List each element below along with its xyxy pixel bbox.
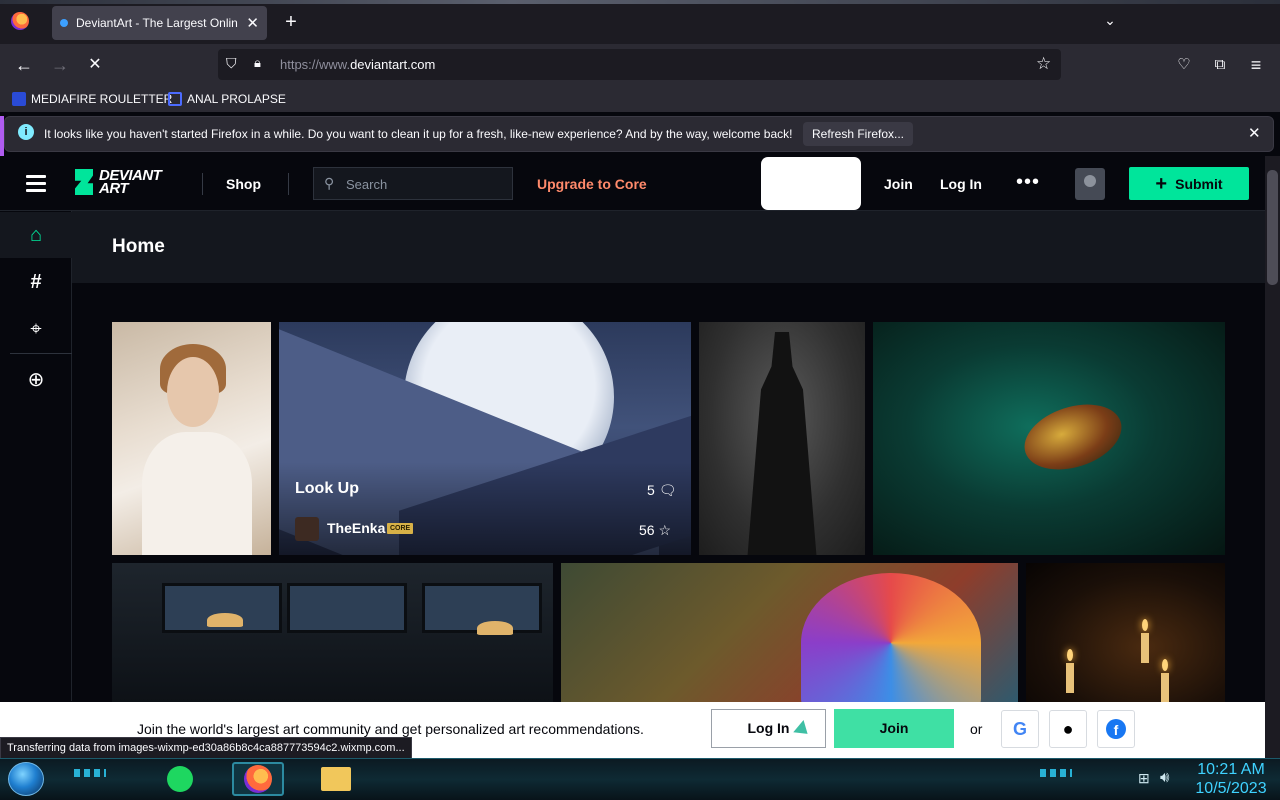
artwork-thumbnail[interactable] xyxy=(112,563,553,703)
sidebar-divider xyxy=(10,353,72,354)
favourite-count[interactable]: 56 ☆ xyxy=(639,522,671,539)
artwork-thumbnail[interactable] xyxy=(1026,563,1225,703)
header-divider xyxy=(202,173,203,195)
upgrade-to-core-link[interactable]: Upgrade to Core xyxy=(537,176,647,192)
clock-time: 10:21 AM xyxy=(1197,761,1265,778)
network-icon[interactable]: ⊞ xyxy=(1138,770,1150,787)
comment-count-value: 5 xyxy=(647,482,655,498)
url-text[interactable]: https://www.deviantart.com xyxy=(280,57,435,72)
deviantart-mark-icon xyxy=(75,169,93,195)
back-icon[interactable]: ← xyxy=(11,52,37,78)
hashtag-icon[interactable]: # xyxy=(0,271,72,294)
artwork-thumbnail[interactable] xyxy=(561,563,1018,703)
volume-icon[interactable]: 🔊︎ xyxy=(1160,769,1169,786)
shop-link[interactable]: Shop xyxy=(226,176,261,192)
firefox-icon xyxy=(238,763,278,795)
artwork-thumbnail[interactable] xyxy=(112,322,271,555)
logo-wordmark: DEVIANT ART xyxy=(99,168,162,196)
scrollbar-thumb[interactable] xyxy=(1267,170,1278,285)
start-button[interactable] xyxy=(8,762,44,796)
info-icon: i xyxy=(18,124,34,140)
plus-circle-icon[interactable]: ⊕ xyxy=(0,367,72,392)
firefox-menu-icon[interactable] xyxy=(11,12,29,30)
tabbar-decoration xyxy=(0,0,1280,4)
system-clock[interactable]: 10:21 AM 10/5/2023 xyxy=(1186,760,1276,798)
join-link[interactable]: Join xyxy=(884,176,913,192)
search-placeholder: Search xyxy=(346,177,388,192)
extensions-icon[interactable]: ⧉ xyxy=(1207,52,1233,78)
deviantart-logo[interactable]: DEVIANT ART xyxy=(75,168,162,196)
page-title: Home xyxy=(112,236,165,257)
search-input[interactable] xyxy=(313,167,513,200)
artwork-title[interactable]: Look Up xyxy=(295,480,359,498)
file-explorer-icon[interactable] xyxy=(316,763,356,795)
more-menu-icon[interactable]: ••• xyxy=(1016,171,1040,194)
google-icon[interactable]: G xyxy=(1001,710,1039,748)
bookmark-favicon-icon xyxy=(168,92,182,106)
or-label: or xyxy=(970,721,983,737)
app-menu-icon[interactable]: ≡ xyxy=(1243,52,1269,78)
url-prefix: https://www. xyxy=(280,57,351,72)
taskbar-decoration xyxy=(74,769,106,777)
search-icon: ⚲ xyxy=(324,175,335,191)
shield-icon[interactable]: ⛉ xyxy=(226,55,242,73)
bookmark-label: MEDIAFIRE ROULETTER xyxy=(31,92,173,106)
close-notice-icon[interactable]: ✕ xyxy=(1248,124,1261,142)
close-tab-icon[interactable]: ✕ xyxy=(246,14,259,32)
url-host: deviantart.com xyxy=(350,57,436,72)
list-all-tabs-icon[interactable]: ⌄ xyxy=(1100,12,1120,32)
taskbar-decoration xyxy=(1040,769,1072,777)
pocket-icon[interactable]: ♡ xyxy=(1171,52,1197,78)
page-title-bar xyxy=(72,211,1265,283)
telescope-icon[interactable]: ⌖ xyxy=(0,318,72,341)
author-name[interactable]: TheEnka xyxy=(327,520,385,536)
browser-tab[interactable]: DeviantArt - The Largest Online ✕ xyxy=(52,6,267,40)
bookmark-item[interactable]: ANAL PROLAPSE xyxy=(168,90,286,108)
core-badge: CORE xyxy=(387,523,414,534)
author-avatar[interactable] xyxy=(295,517,319,541)
facebook-icon[interactable]: f xyxy=(1097,710,1135,748)
new-tab-button[interactable]: + xyxy=(280,10,302,34)
submit-label: Submit xyxy=(1175,175,1223,192)
comment-icon: 🗨︎ xyxy=(658,482,677,498)
hamburger-menu-icon[interactable] xyxy=(26,175,46,192)
login-link[interactable]: Log In xyxy=(940,176,982,192)
apple-icon[interactable]: ● xyxy=(1049,710,1087,748)
status-panel: Transferring data from images-wixmp-ed30… xyxy=(0,737,412,759)
tab-title: DeviantArt - The Largest Online xyxy=(76,16,239,30)
banner-join-button[interactable]: Join xyxy=(834,709,954,748)
notice-text: It looks like you haven't started Firefo… xyxy=(44,127,793,141)
star-icon: ☆ xyxy=(658,522,672,538)
bookmark-label: ANAL PROLAPSE xyxy=(187,92,286,106)
loading-dot-icon xyxy=(60,19,68,27)
favourite-count-value: 56 xyxy=(639,522,655,538)
mediafire-icon xyxy=(12,92,26,106)
join-banner-text: Join the world's largest art community a… xyxy=(137,721,644,737)
lock-icon[interactable]: 🔒︎ xyxy=(254,55,270,73)
stop-loading-icon[interactable]: ✕ xyxy=(82,52,108,78)
bookmark-item[interactable]: MEDIAFIRE ROULETTER xyxy=(12,90,172,108)
artwork-thumbnail[interactable] xyxy=(873,322,1225,555)
user-avatar-icon[interactable] xyxy=(1075,168,1105,200)
home-icon[interactable]: ⌂ xyxy=(0,224,72,247)
comment-count[interactable]: 5 🗨︎ xyxy=(647,482,676,499)
refresh-firefox-button[interactable]: Refresh Firefox... xyxy=(803,122,913,146)
artwork-thumbnail[interactable] xyxy=(699,322,865,555)
plus-icon: + xyxy=(1155,172,1168,195)
blank-overlay-box xyxy=(761,157,861,210)
clock-date: 10/5/2023 xyxy=(1195,780,1267,797)
submit-button[interactable]: + Submit xyxy=(1129,167,1249,200)
taskbar-notes-icon[interactable] xyxy=(160,763,200,795)
bookmark-star-icon[interactable]: ☆ xyxy=(1036,54,1051,74)
forward-icon[interactable]: → xyxy=(47,52,73,78)
header-divider xyxy=(288,173,289,195)
